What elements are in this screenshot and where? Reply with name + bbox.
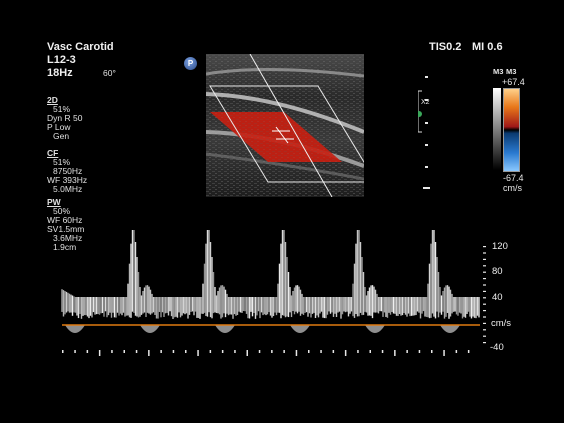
bmode-image[interactable] [206, 54, 364, 197]
velocity-label-neg40: -40 [490, 342, 504, 353]
time-tick [160, 350, 162, 353]
time-tick [382, 350, 384, 353]
velocity-tick [483, 265, 486, 266]
waveform-spectrum [62, 230, 479, 333]
velocity-label-120: 120 [492, 241, 508, 252]
velocity-tick [483, 297, 486, 298]
time-tick [456, 350, 458, 353]
velocity-tick [483, 259, 486, 260]
time-axis-ticks [62, 350, 469, 356]
spectral-doppler-trace[interactable] [0, 230, 564, 360]
velocity-tick [483, 278, 486, 279]
time-tick [443, 350, 445, 356]
velocity-tick [483, 304, 486, 305]
velocity-label-40: 40 [492, 292, 503, 303]
color-scale-max: +67.4 [502, 77, 525, 87]
time-tick [197, 350, 199, 356]
color-map-label-right: M3 [506, 67, 516, 76]
color-velocity-bar[interactable] [503, 88, 520, 172]
time-tick [87, 350, 89, 353]
reverse-flow-dip [140, 325, 160, 333]
time-tick [111, 350, 113, 353]
time-tick [136, 350, 138, 353]
section-cf: CF 51% 8750Hz WF 393Hz 5.0MHz [47, 149, 87, 194]
frequency-cf: 5.0MHz [47, 185, 87, 194]
velocity-tick [483, 342, 486, 343]
velocity-tick [483, 246, 486, 247]
time-tick [296, 350, 298, 356]
velocity-tick [483, 272, 486, 273]
velocity-tick [483, 310, 486, 311]
velocity-label-80: 80 [492, 266, 503, 277]
color-scale-min: -67.4 [503, 173, 524, 183]
probe-label: L12-3 [47, 54, 76, 66]
velocity-tick [483, 329, 486, 330]
time-tick [431, 350, 433, 353]
time-tick [234, 350, 236, 353]
velocity-unit-label: cm/s [491, 318, 511, 329]
preset-label: Vasc Carotid [47, 41, 114, 53]
time-tick [247, 350, 249, 356]
velocity-tick [483, 323, 486, 324]
time-tick [148, 350, 150, 356]
time-tick [333, 350, 335, 353]
time-tick [419, 350, 421, 353]
reverse-flow-dip [290, 325, 310, 333]
velocity-tick [483, 336, 486, 337]
time-tick [185, 350, 187, 353]
time-tick [345, 350, 347, 356]
time-tick [74, 350, 76, 353]
color-map-label-left: M3 [493, 67, 503, 76]
time-tick [271, 350, 273, 353]
time-tick [222, 350, 224, 353]
time-tick [210, 350, 212, 353]
time-tick [468, 350, 470, 353]
velocity-axis-ticks [483, 246, 486, 343]
time-tick [62, 350, 64, 353]
time-tick [370, 350, 372, 353]
zoom-label: X2 [421, 99, 430, 106]
preset-2d: Gen [47, 132, 87, 141]
reverse-flow-dip [65, 325, 85, 333]
time-tick [259, 350, 261, 353]
grey-map-bar [493, 88, 501, 170]
mi-readout: MI 0.6 [472, 41, 503, 53]
focus-marker-icon[interactable] [418, 111, 422, 117]
velocity-tick [483, 291, 486, 292]
frame-rate: 18Hz [47, 67, 73, 79]
time-tick [357, 350, 359, 353]
time-tick [308, 350, 310, 353]
color-scale-unit: cm/s [503, 183, 522, 193]
p-icon[interactable]: P [184, 57, 197, 70]
reverse-flow-dip [215, 325, 235, 333]
velocity-tick [483, 284, 486, 285]
angle-label: 60° [103, 69, 116, 78]
time-tick [320, 350, 322, 353]
time-tick [173, 350, 175, 353]
time-tick [99, 350, 101, 356]
time-tick [124, 350, 126, 353]
time-tick [406, 350, 408, 353]
reverse-flow-dip [440, 325, 460, 333]
time-tick [283, 350, 285, 353]
time-tick [394, 350, 396, 356]
velocity-tick [483, 316, 486, 317]
velocity-tick [483, 252, 486, 253]
depth-scale [418, 54, 458, 194]
tis-readout: TIS0.2 [429, 41, 461, 53]
reverse-flow-dip [365, 325, 385, 333]
section-2d: 2D 51% Dyn R 50 P Low Gen [47, 96, 87, 141]
